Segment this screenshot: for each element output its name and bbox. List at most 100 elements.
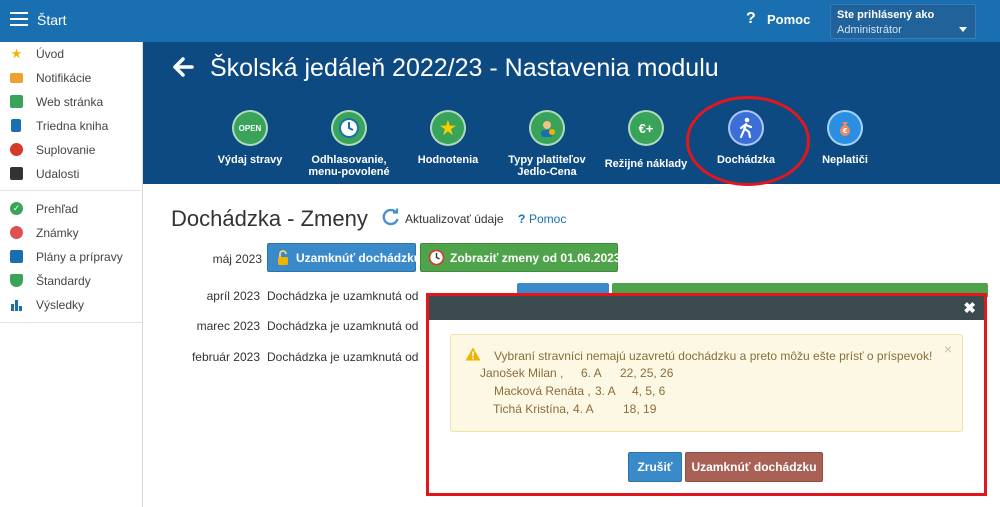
refresh-icon[interactable] (382, 208, 400, 226)
sidebar-item-uvod[interactable]: ★ Úvod (0, 42, 142, 66)
sidebar-item-udalosti[interactable]: Udalosti (0, 162, 142, 186)
envelope-icon (10, 73, 23, 83)
sidebar-item-label: Web stránka (36, 95, 104, 109)
menu-icon[interactable] (10, 12, 28, 26)
shield-icon (10, 274, 23, 287)
entry-days: 4, 5, 6 (632, 384, 666, 398)
sidebar-item-label: Známky (36, 226, 79, 240)
lock-status-text: Dochádzka je uzamknutá od (267, 319, 419, 333)
sidebar-item-triedna-kniha[interactable]: Triedna kniha (0, 114, 142, 138)
sidebar-item-label: Prehľad (36, 202, 79, 216)
lock-icon (278, 250, 288, 265)
help-link[interactable]: Pomoc (529, 212, 566, 226)
confirm-lock-button[interactable]: Uzamknúť dochádzku (685, 452, 823, 482)
calendar-icon (10, 167, 23, 180)
help-icon[interactable]: ? (518, 212, 525, 226)
chevron-down-icon (959, 27, 967, 32)
close-icon[interactable]: ✖ (963, 299, 976, 317)
month-label: máj 2023 (212, 252, 262, 266)
module-typy-platitelov[interactable]: Typy platiteľov Jedlo-Cena (497, 110, 597, 180)
section-title: Dochádzka - Zmeny (171, 206, 368, 231)
clock-icon (428, 249, 445, 266)
check-circle-icon: ✓ (10, 202, 23, 215)
home-icon (10, 95, 23, 108)
module-odhlasovanie[interactable]: Odhlasovanie, menu-povolené (299, 110, 399, 180)
sidebar-item-notifikacie[interactable]: Notifikácie (0, 66, 142, 90)
star-icon: ★ (430, 110, 466, 146)
user-menu[interactable]: Ste prihlásený ako Administrátor (830, 4, 976, 39)
svg-text:€: € (842, 127, 848, 135)
sidebar-item-vysledky[interactable]: Výsledky (0, 293, 142, 317)
entry-days: 22, 25, 26 (620, 366, 674, 380)
top-bar: Štart ? Pomoc Ste prihlásený ako Adminis… (0, 0, 1000, 42)
module-label: Režijné náklady (604, 158, 688, 170)
entry-class: 6. A (581, 366, 602, 380)
sidebar-item-label: Triedna kniha (36, 119, 109, 133)
cancel-button[interactable]: Zrušiť (628, 452, 682, 482)
money-bag-icon: € (827, 110, 863, 146)
entry-class: 3. A (595, 384, 616, 398)
module-label: Neplatiči (822, 154, 868, 166)
start-link[interactable]: Štart (37, 12, 67, 28)
sidebar-divider (0, 322, 142, 323)
sidebar-item-label: Výsledky (36, 298, 85, 312)
sidebar-item-label: Štandardy (36, 274, 91, 288)
lock-status-text: Dochádzka je uzamknutá od (267, 289, 419, 303)
confirm-modal: ✖ × Vybraní stravníci nemajú uzavretú do… (429, 296, 984, 493)
alert-close-icon[interactable]: × (944, 341, 952, 357)
grade-icon (10, 226, 23, 239)
help-link[interactable]: Pomoc (767, 12, 810, 27)
month-label: marec 2023 (196, 319, 260, 333)
module-label: Odhlasovanie, menu-povolené (308, 154, 390, 178)
book-icon (11, 119, 21, 132)
month-label: apríl 2023 (206, 289, 260, 303)
sidebar-item-standardy[interactable]: Štandardy (0, 269, 142, 293)
modal-header: ✖ (429, 296, 984, 320)
entry-class: 4. A (573, 402, 594, 416)
sidebar: ★ Úvod Notifikácie Web stránka Triedna k… (0, 42, 143, 507)
entry-name: Tichá Kristína, (493, 402, 570, 416)
sidebar-item-label: Notifikácie (36, 71, 92, 85)
module-vydaj-stravy[interactable]: OPEN Výdaj stravy (200, 110, 300, 180)
module-hodnotenia[interactable]: ★ Hodnotenia (398, 110, 498, 180)
module-label: Hodnotenia (417, 154, 479, 166)
sidebar-item-label: Udalosti (36, 167, 80, 181)
entry-days: 18, 19 (623, 402, 657, 416)
alert-message: Vybraní stravníci nemajú uzavretú dochád… (494, 349, 933, 363)
open-sign-icon: OPEN (232, 110, 268, 146)
sidebar-item-label: Úvod (36, 47, 65, 61)
lock-attendance-button[interactable]: Uzamknúť dochádzku (267, 243, 421, 272)
highlight-annotation (686, 96, 810, 186)
module-neplatici[interactable]: € Neplatiči (795, 110, 895, 180)
warning-alert: × Vybraní stravníci nemajú uzavretú doch… (450, 334, 963, 432)
person-icon (10, 143, 23, 156)
payer-icon (529, 110, 565, 146)
sidebar-item-label: Suplovanie (36, 143, 96, 157)
user-role: Administrátor (837, 24, 902, 36)
entry-name: Janošek Milan , (480, 366, 564, 380)
lock-status-text: Dochádzka je uzamknutá od (267, 350, 419, 364)
user-caption: Ste prihlásený ako (837, 9, 935, 21)
module-rezijne-naklady[interactable]: €+ Režijné náklady (596, 110, 696, 180)
month-label: február 2023 (191, 350, 260, 364)
clock-icon (331, 110, 367, 146)
button-label: Zobraziť zmeny od 01.06.2023 (450, 251, 621, 265)
sidebar-divider (0, 190, 142, 191)
sidebar-item-web-stranka[interactable]: Web stránka (0, 90, 142, 114)
euro-plus-icon: €+ (628, 110, 664, 146)
warning-icon (465, 347, 481, 361)
refresh-link[interactable]: Aktualizovať údaje (405, 212, 504, 226)
button-label: Uzamknúť dochádzku (296, 251, 422, 265)
entry-name: Macková Renáta , (494, 384, 591, 398)
sidebar-item-label: Plány a prípravy (36, 250, 123, 264)
page-title: Školská jedáleň 2022/23 - Nastavenia mod… (210, 54, 719, 82)
back-arrow-icon[interactable] (172, 56, 194, 78)
sidebar-item-plany[interactable]: Plány a prípravy (0, 245, 142, 269)
star-icon: ★ (10, 46, 23, 61)
show-shifts-button[interactable]: Zobraziť zmeny od 01.06.2023 (420, 243, 621, 272)
sidebar-item-suplovanie[interactable]: Suplovanie (0, 138, 142, 162)
sidebar-item-prehlad[interactable]: ✓ Prehľad (0, 197, 142, 221)
module-label: Typy platiteľov Jedlo-Cena (508, 154, 586, 178)
sidebar-item-znamky[interactable]: Známky (0, 221, 142, 245)
help-icon[interactable]: ? (746, 10, 756, 28)
